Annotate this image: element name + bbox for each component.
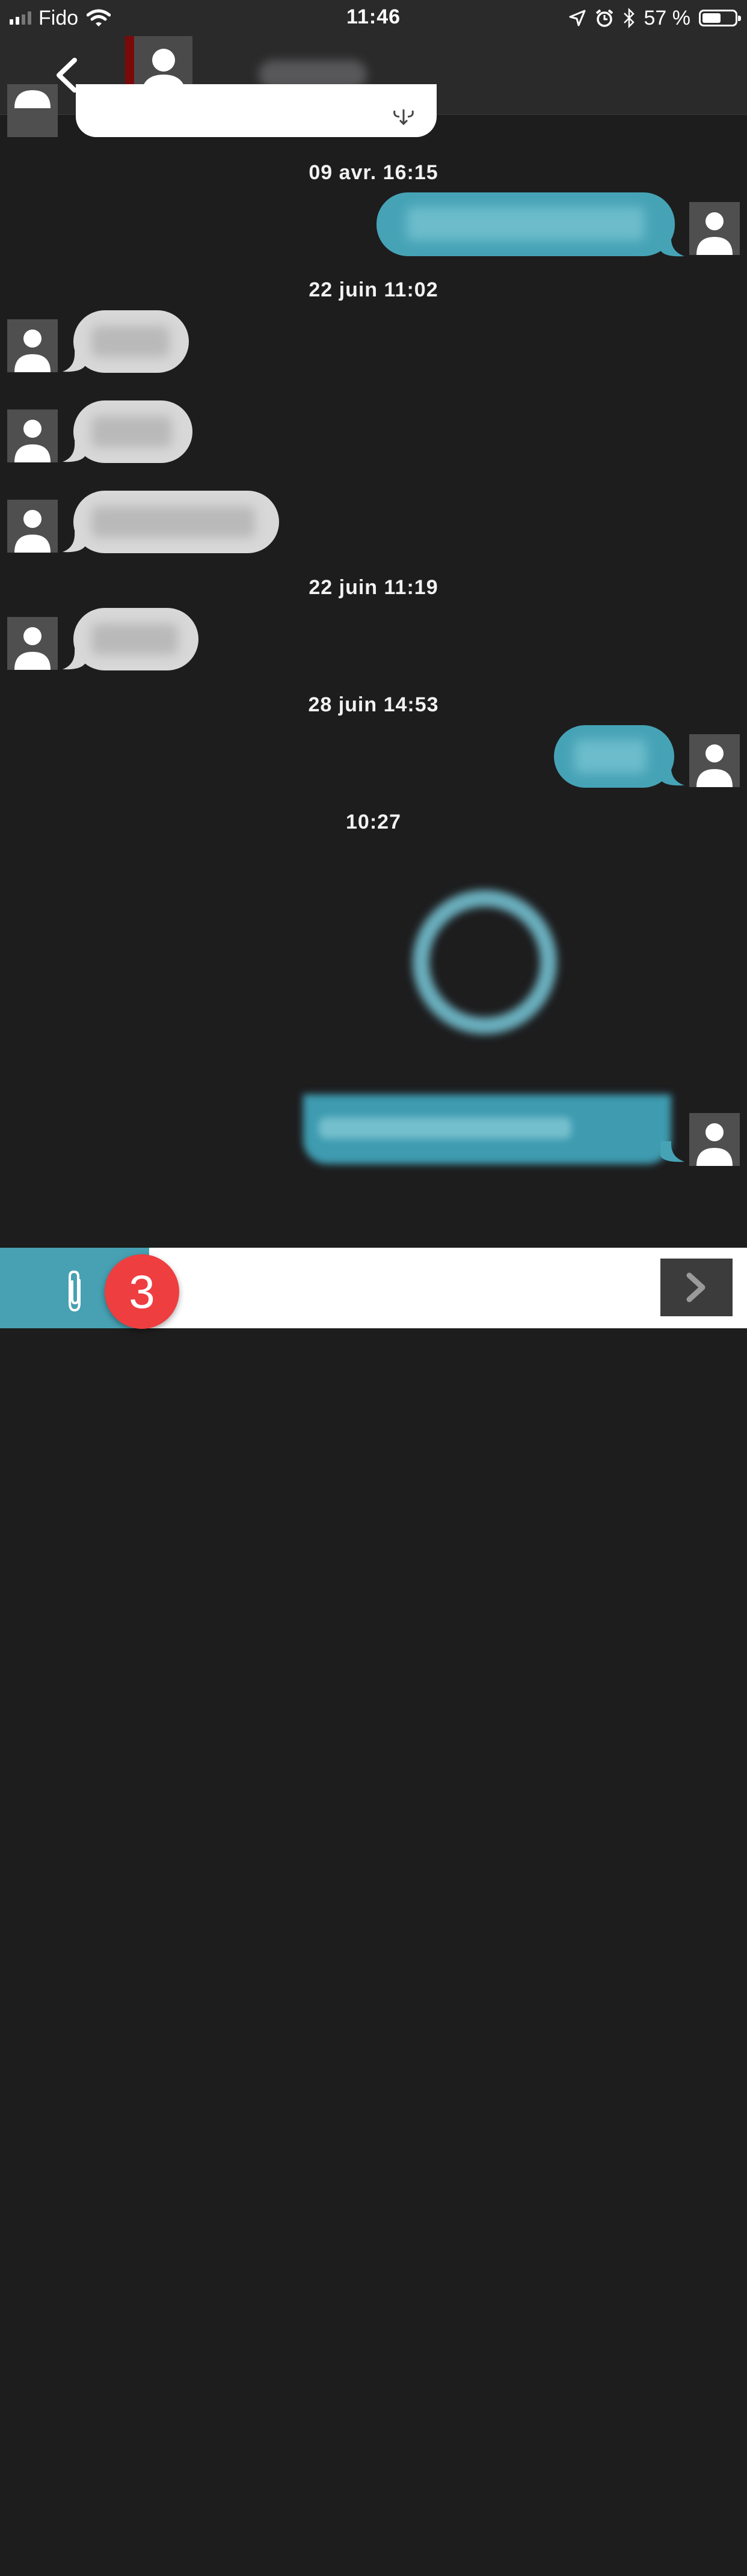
message-timestamp: 22 juin 11:19	[309, 576, 438, 599]
bubble-tail	[660, 765, 684, 786]
alarm-icon	[595, 9, 613, 27]
chevron-right-icon	[686, 1272, 706, 1302]
image-message[interactable]	[303, 842, 671, 1167]
download-icon	[393, 109, 414, 126]
self-avatar	[689, 1113, 740, 1166]
sender-avatar	[7, 617, 58, 670]
battery-icon	[699, 10, 741, 26]
person-icon	[14, 420, 51, 462]
send-button[interactable]	[660, 1259, 733, 1316]
bubble-tail	[660, 1141, 684, 1162]
image-ring	[413, 890, 557, 1034]
person-icon	[14, 627, 51, 670]
person-icon	[696, 1123, 733, 1166]
bubble-tail	[660, 236, 684, 257]
self-avatar	[689, 202, 740, 255]
person-icon	[14, 510, 51, 553]
message-bubble-incoming[interactable]	[73, 400, 192, 463]
status-bar: Fido 11:46 57 %	[0, 0, 747, 36]
image-caption-strip	[303, 1094, 671, 1164]
bluetooth-icon	[623, 8, 635, 28]
message-timestamp: 28 juin 14:53	[308, 693, 439, 716]
sender-avatar	[7, 319, 58, 372]
message-input[interactable]	[159, 2497, 654, 2576]
message-timestamp: 10:27	[346, 811, 401, 833]
attachment-count-badge: 3	[105, 1254, 179, 1329]
message-timestamp: 09 avr. 16:15	[309, 161, 438, 184]
paperclip-icon	[69, 1270, 81, 1312]
person-icon	[696, 744, 733, 787]
message-bubble-incoming[interactable]	[73, 608, 198, 670]
sender-avatar	[7, 84, 58, 137]
sender-avatar	[7, 500, 58, 553]
message-bubble-outgoing[interactable]	[377, 192, 675, 256]
person-icon	[14, 90, 51, 108]
location-icon	[569, 10, 585, 26]
sender-avatar	[7, 409, 58, 462]
message-bubble-incoming[interactable]	[73, 491, 279, 553]
message-bubble-incoming[interactable]	[76, 84, 437, 137]
message-bubble-outgoing[interactable]	[554, 725, 674, 788]
battery-percent: 57 %	[644, 6, 691, 29]
message-timestamp: 22 juin 11:02	[309, 278, 438, 301]
person-icon	[696, 212, 733, 255]
person-icon	[14, 330, 51, 372]
message-bubble-incoming[interactable]	[73, 310, 189, 373]
self-avatar	[689, 734, 740, 787]
